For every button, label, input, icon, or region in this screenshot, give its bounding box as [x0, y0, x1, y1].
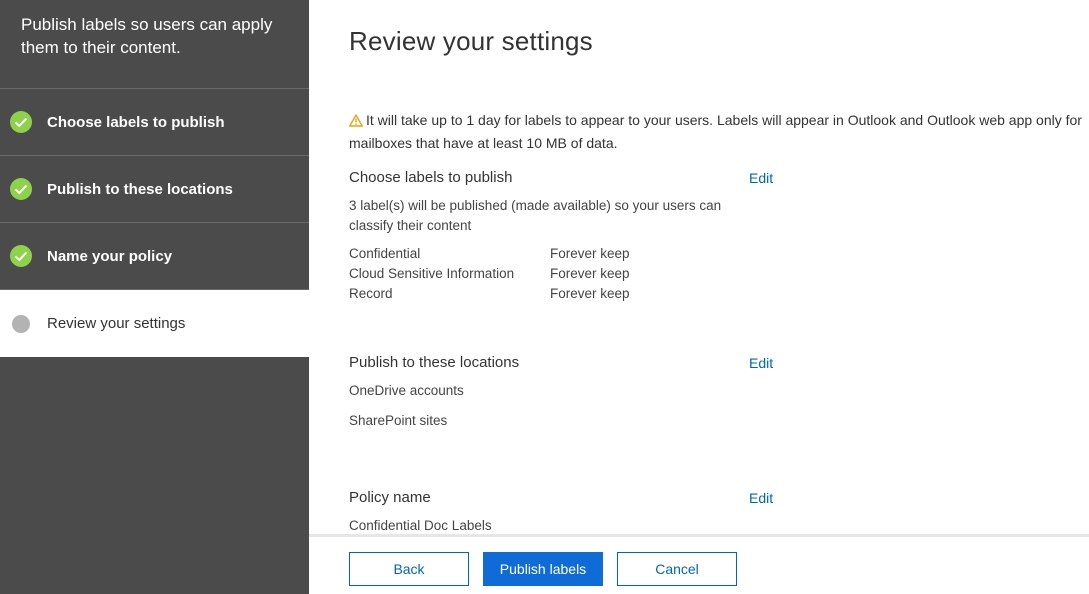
check-circle-icon: [9, 177, 33, 201]
sidebar-header: Publish labels so users can apply them t…: [0, 0, 309, 89]
step-name-policy[interactable]: Name your policy: [0, 223, 309, 290]
warning-message: It will take up to 1 day for labels to a…: [349, 110, 1089, 154]
step-choose-labels[interactable]: Choose labels to publish: [0, 89, 309, 156]
warning-text: It will take up to 1 day for labels to a…: [349, 112, 1082, 151]
step-label: Name your policy: [47, 247, 173, 265]
label-retention: Forever keep: [550, 266, 630, 281]
step-label: Publish to these locations: [47, 180, 233, 198]
publish-labels-button[interactable]: Publish labels: [483, 552, 603, 586]
footer-bar: Back Publish labels Cancel: [309, 534, 1089, 594]
step-label: Choose labels to publish: [47, 113, 225, 131]
labels-description: 3 label(s) will be published (made avail…: [349, 198, 722, 233]
step-review-settings[interactable]: Review your settings: [0, 290, 309, 357]
warning-triangle-icon: [349, 112, 363, 133]
step-publish-locations[interactable]: Publish to these locations: [0, 156, 309, 223]
edit-labels-link[interactable]: Edit: [749, 170, 773, 186]
label-name: Record: [349, 286, 393, 301]
location-item: SharePoint sites: [349, 413, 448, 428]
back-button[interactable]: Back: [349, 552, 469, 586]
label-retention: Forever keep: [550, 286, 630, 301]
label-retention: Forever keep: [550, 246, 630, 261]
circle-dot-icon: [9, 312, 33, 336]
location-item: OneDrive accounts: [349, 383, 464, 398]
section-title-locations: Publish to these locations: [349, 354, 520, 371]
section-title-labels: Choose labels to publish: [349, 169, 513, 186]
label-name: Cloud Sensitive Information: [349, 266, 515, 281]
policy-name-value: Confidential Doc Labels: [349, 518, 492, 533]
step-label: Review your settings: [47, 315, 186, 332]
cancel-button[interactable]: Cancel: [617, 552, 737, 586]
main-panel: Review your settings It will take up to …: [309, 0, 1089, 594]
check-circle-icon: [9, 110, 33, 134]
label-name: Confidential: [349, 246, 421, 261]
section-title-policy: Policy name: [349, 489, 431, 506]
check-circle-icon: [9, 244, 33, 268]
wizard-sidebar: Publish labels so users can apply them t…: [0, 0, 309, 594]
edit-locations-link[interactable]: Edit: [749, 355, 773, 371]
edit-policy-link[interactable]: Edit: [749, 490, 773, 506]
page-title: Review your settings: [349, 26, 593, 56]
